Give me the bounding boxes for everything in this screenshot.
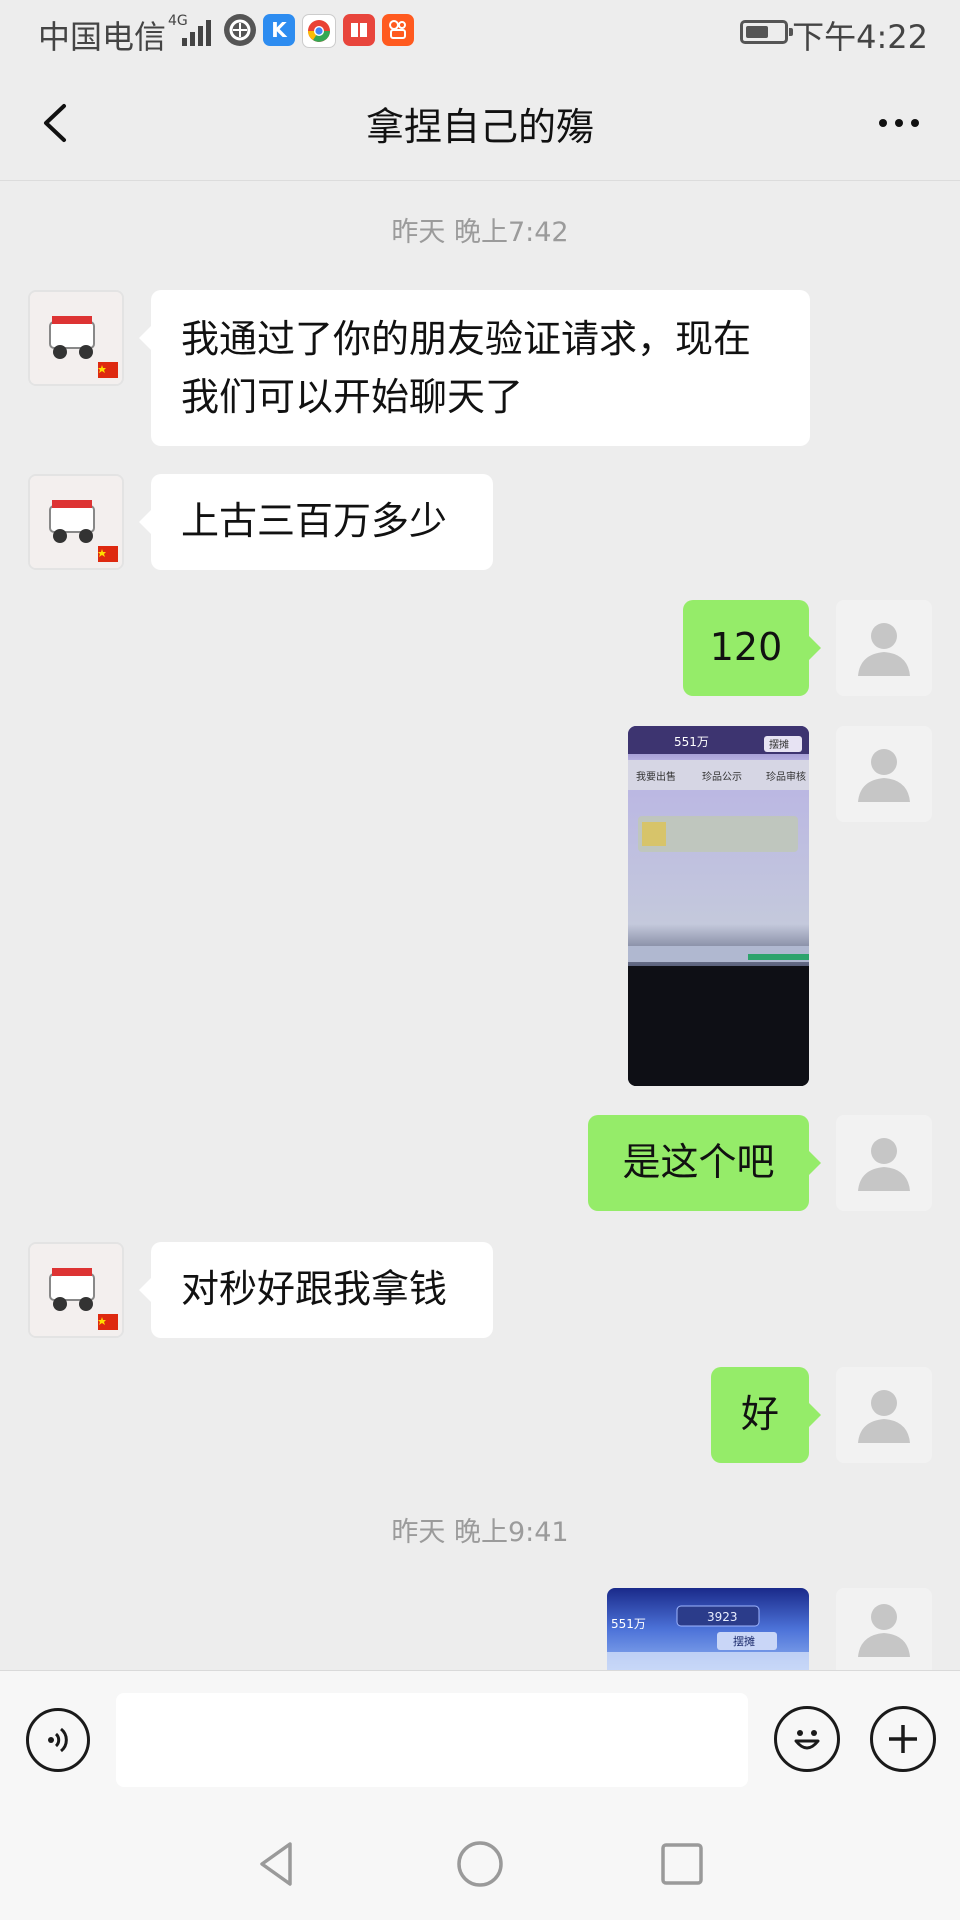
contact-avatar[interactable] [28, 290, 124, 386]
user-placeholder-icon [858, 1390, 910, 1443]
notification-icons: K [224, 14, 414, 48]
svg-text:551万: 551万 [674, 735, 709, 749]
svg-text:摆摊: 摆摊 [769, 738, 789, 751]
contact-avatar[interactable] [28, 474, 124, 570]
user-placeholder-icon [858, 1138, 910, 1191]
timestamp: 昨天 晚上7:42 [391, 217, 569, 248]
my-avatar[interactable] [836, 1115, 932, 1211]
my-avatar[interactable] [836, 726, 932, 822]
message-input[interactable] [116, 1693, 748, 1787]
message-bubble-outgoing[interactable]: 120 [683, 600, 821, 696]
carrier-name: 中国电信 [38, 18, 167, 56]
emoji-icon [794, 1730, 820, 1750]
more-button[interactable] [872, 96, 926, 150]
image-message[interactable]: 551万 摆摊 我要出售 珍品公示 珍品审核 [628, 726, 809, 1086]
svg-text:3923: 3923 [707, 1610, 738, 1624]
input-bar [0, 1670, 960, 1809]
chrome-icon [302, 14, 336, 48]
image-message[interactable]: 551万 3923 摆摊 [607, 1588, 809, 1670]
battery-icon [740, 20, 793, 44]
message-bubble-incoming[interactable]: 我通过了你的朋友验证请求，现在我们可以开始聊天了 [139, 290, 810, 446]
chat-title: 拿捏自己的殤 [365, 105, 594, 149]
message-bubble-incoming[interactable]: 对秒好跟我拿钱 [139, 1242, 493, 1338]
my-avatar[interactable] [836, 1588, 932, 1670]
emoji-button[interactable] [774, 1706, 840, 1772]
svg-text:摆摊: 摆摊 [733, 1634, 755, 1648]
voice-button[interactable] [26, 1708, 90, 1772]
message-bubble-outgoing[interactable]: 是这个吧 [588, 1115, 821, 1211]
kugou-icon: K [263, 14, 295, 46]
user-placeholder-icon [858, 749, 910, 802]
recent-square-icon[interactable] [654, 1836, 710, 1892]
voice-icon [48, 1727, 68, 1753]
my-avatar[interactable] [836, 600, 932, 696]
more-icon [879, 119, 887, 127]
svg-text:珍品公示: 珍品公示 [702, 771, 742, 783]
my-avatar[interactable] [836, 1367, 932, 1463]
plus-icon [889, 1725, 917, 1753]
signal-icon [182, 16, 220, 46]
status-bar: 中国电信 4G K 下午4:22 [0, 0, 960, 66]
plus-button[interactable] [870, 1706, 936, 1772]
home-circle-icon[interactable] [452, 1836, 508, 1892]
back-triangle-icon[interactable] [250, 1836, 306, 1892]
reader-icon [343, 14, 375, 46]
system-navigation-bar [0, 1808, 960, 1920]
message-bubble-incoming[interactable]: 上古三百万多少 [139, 474, 493, 570]
svg-text:我要出售: 我要出售 [636, 770, 676, 783]
svg-text:珍品审核: 珍品审核 [766, 770, 806, 783]
chat-header: 拿捏自己的殤 [0, 66, 960, 181]
timestamp: 昨天 晚上9:41 [391, 1517, 569, 1548]
message-bubble-outgoing[interactable]: 好 [711, 1367, 821, 1463]
huawei-browser-icon [224, 14, 256, 46]
contact-avatar[interactable] [28, 1242, 124, 1338]
svg-text:551万: 551万 [611, 1617, 646, 1631]
user-placeholder-icon [858, 623, 910, 676]
user-placeholder-icon [858, 1604, 910, 1657]
clock: 下午4:22 [792, 18, 928, 56]
kuaishou-icon [382, 14, 414, 46]
